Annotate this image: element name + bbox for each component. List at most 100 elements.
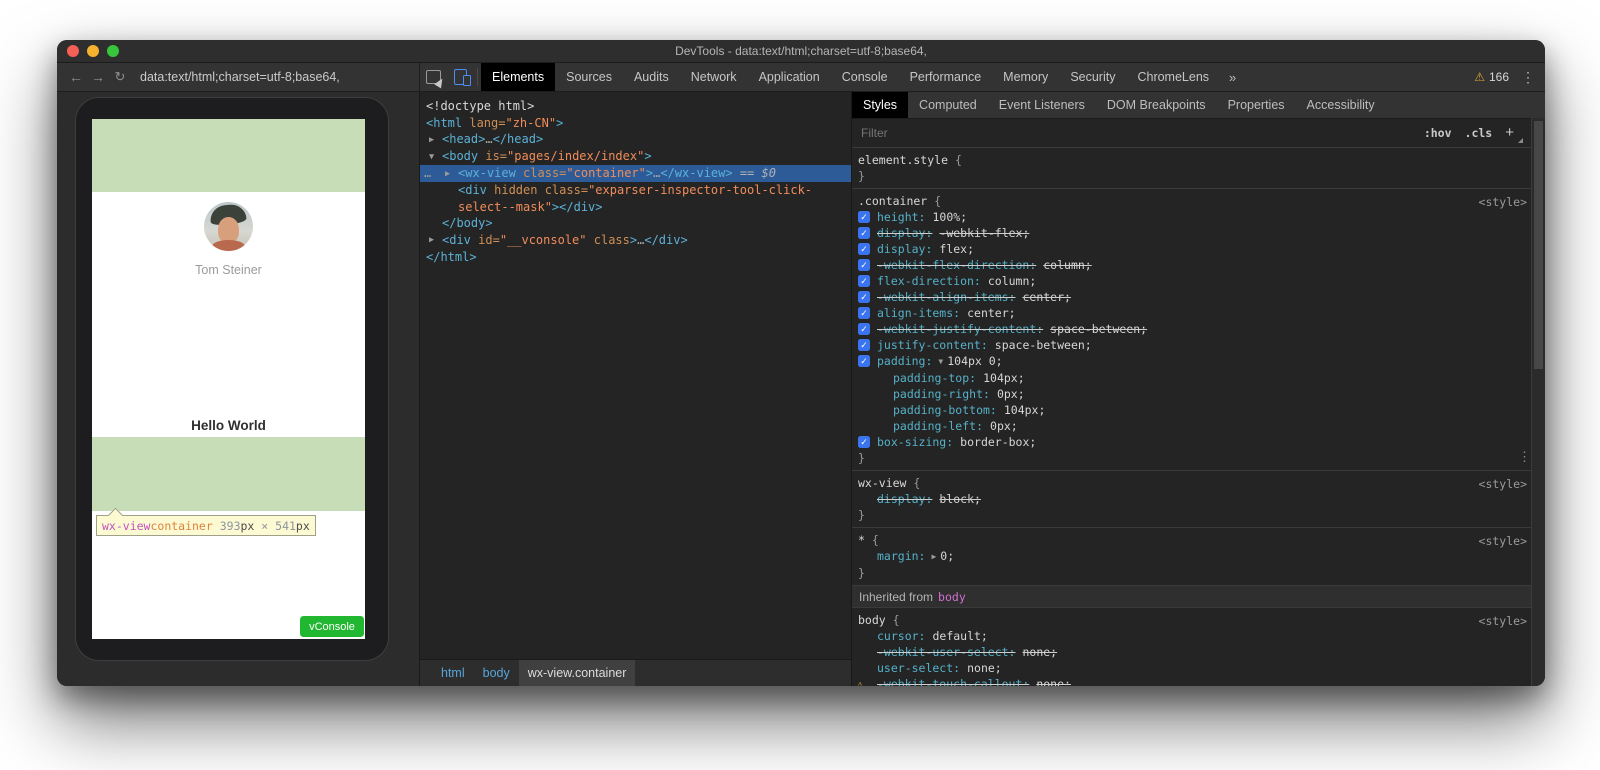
property-checkbox[interactable]: ✓: [858, 291, 870, 303]
css-property-overridden[interactable]: ✓display:-webkit-flex;: [852, 225, 1545, 241]
tab-memory[interactable]: Memory: [992, 63, 1059, 91]
inherited-body-link[interactable]: body: [938, 589, 966, 605]
css-longhand-property[interactable]: padding-left:0px;: [852, 418, 1545, 434]
shorthand-expand-icon[interactable]: ▶: [931, 552, 936, 561]
property-checkbox[interactable]: ✓: [858, 307, 870, 319]
rule-menu-icon[interactable]: ⋮: [1518, 450, 1531, 466]
filter-input[interactable]: [859, 125, 1411, 141]
breadcrumb-html[interactable]: html: [432, 660, 474, 686]
css-property[interactable]: user-select:none;: [852, 660, 1545, 676]
new-style-rule-button[interactable]: +: [1505, 124, 1514, 141]
tab-chromelens[interactable]: ChromeLens: [1126, 63, 1220, 91]
property-checkbox[interactable]: ✓: [858, 227, 870, 239]
tab-dom-breakpoints[interactable]: DOM Breakpoints: [1096, 92, 1217, 118]
forward-icon[interactable]: →: [87, 69, 109, 85]
back-icon[interactable]: ←: [65, 69, 87, 85]
selector-universal: *: [858, 533, 865, 547]
style-source-link[interactable]: <style>: [1479, 613, 1527, 629]
css-property[interactable]: ✓display:flex;: [852, 241, 1545, 257]
toolbar-divider: [477, 68, 478, 86]
tab-application[interactable]: Application: [748, 63, 831, 91]
more-tabs-icon[interactable]: »: [1220, 63, 1245, 91]
vconsole-button[interactable]: vConsole: [300, 616, 364, 637]
tab-elements[interactable]: Elements: [481, 63, 555, 91]
css-property[interactable]: ✓box-sizing:border-box;: [852, 434, 1545, 450]
devtools-menu-icon[interactable]: ⋮: [1517, 69, 1539, 86]
css-property-overridden[interactable]: ✓-webkit-align-items:center;: [852, 289, 1545, 305]
device-toolbar-icon[interactable]: [447, 63, 474, 91]
tab-sources[interactable]: Sources: [555, 63, 623, 91]
tab-properties[interactable]: Properties: [1217, 92, 1296, 118]
tab-network[interactable]: Network: [680, 63, 748, 91]
styles-scrollbar[interactable]: [1531, 118, 1545, 686]
inspect-element-icon[interactable]: [420, 63, 447, 91]
rule-body: body { <style> cursor:default; -webkit-u…: [852, 608, 1545, 686]
window-title: DevTools - data:text/html;charset=utf-8;…: [675, 44, 927, 58]
reload-icon[interactable]: ↻: [109, 69, 131, 85]
expand-icon[interactable]: ▶: [429, 132, 442, 149]
tab-security[interactable]: Security: [1059, 63, 1126, 91]
style-source-link[interactable]: <style>: [1479, 194, 1527, 210]
property-checkbox[interactable]: ✓: [858, 275, 870, 287]
rule-container: .container { <style> ✓height:100%; ✓disp…: [852, 189, 1545, 471]
class-toggle-button[interactable]: .cls: [1465, 126, 1493, 140]
breadcrumb-body[interactable]: body: [474, 660, 519, 686]
css-longhand-property[interactable]: padding-right:0px;: [852, 386, 1545, 402]
css-property[interactable]: cursor:default;: [852, 628, 1545, 644]
dom-node-html[interactable]: <html lang="zh-CN">: [420, 115, 851, 132]
style-source-link[interactable]: <style>: [1479, 476, 1527, 492]
tab-audits[interactable]: Audits: [623, 63, 680, 91]
tab-event-listeners[interactable]: Event Listeners: [988, 92, 1096, 118]
css-property-overridden[interactable]: display:block;: [852, 491, 1545, 507]
collapse-icon[interactable]: ▼: [429, 149, 442, 166]
styles-filterbar: :hov .cls +: [852, 119, 1545, 148]
property-checkbox[interactable]: ✓: [858, 323, 870, 335]
css-property-overridden[interactable]: ✓-webkit-justify-content:space-between;: [852, 321, 1545, 337]
css-longhand-property[interactable]: padding-bottom:104px;: [852, 402, 1545, 418]
dom-node-body-close[interactable]: </body>: [420, 215, 851, 232]
css-longhand-property[interactable]: padding-top:104px;: [852, 370, 1545, 386]
css-property-warning[interactable]: ⚠-webkit-touch-callout:none;: [852, 676, 1545, 686]
close-window-button[interactable]: [67, 45, 79, 57]
rule-element-style: element.style { }: [852, 148, 1545, 189]
dom-node-head[interactable]: ▶<head>…</head>: [420, 131, 851, 148]
css-property[interactable]: ✓align-items:center;: [852, 305, 1545, 321]
css-property[interactable]: ✓flex-direction:column;: [852, 273, 1545, 289]
minimize-window-button[interactable]: [87, 45, 99, 57]
dom-node-html-close[interactable]: </html>: [420, 249, 851, 266]
css-property-overridden[interactable]: ✓-webkit-flex-direction:column;: [852, 257, 1545, 273]
property-checkbox[interactable]: ✓: [858, 259, 870, 271]
property-checkbox[interactable]: ✓: [858, 339, 870, 351]
dom-node-wx-view-selected[interactable]: …▶<wx-view class="container">…</wx-view>…: [420, 165, 851, 182]
css-property-shorthand[interactable]: ✓padding:▼104px 0;: [852, 353, 1545, 370]
style-rules: element.style { } .container { <style> ✓…: [852, 148, 1545, 686]
tab-computed[interactable]: Computed: [908, 92, 988, 118]
css-property[interactable]: ✓justify-content:space-between;: [852, 337, 1545, 353]
property-checkbox[interactable]: ✓: [858, 355, 870, 367]
dom-node-body[interactable]: ▼<body is="pages/index/index">: [420, 148, 851, 165]
property-checkbox[interactable]: ✓: [858, 436, 870, 448]
url-text[interactable]: data:text/html;charset=utf-8;base64,: [140, 70, 340, 84]
hover-state-button[interactable]: :hov: [1424, 126, 1452, 140]
expand-icon[interactable]: ▶: [429, 232, 442, 249]
css-property-overridden[interactable]: -webkit-user-select:none;: [852, 644, 1545, 660]
css-property-shorthand[interactable]: margin:▶0;: [852, 548, 1545, 565]
dom-node-vconsole-div[interactable]: ▶<div id="__vconsole" class>…</div>: [420, 232, 851, 249]
style-source-link[interactable]: <style>: [1479, 533, 1527, 549]
tab-accessibility[interactable]: Accessibility: [1296, 92, 1386, 118]
dom-node-doctype[interactable]: <!doctype html>: [420, 98, 851, 115]
warnings-badge[interactable]: ⚠ 166: [1474, 70, 1509, 84]
property-checkbox[interactable]: ✓: [858, 211, 870, 223]
shorthand-expand-icon[interactable]: ▼: [938, 357, 943, 366]
zoom-window-button[interactable]: [107, 45, 119, 57]
scrollbar-thumb[interactable]: [1534, 121, 1543, 369]
breadcrumb-wx-view-container[interactable]: wx-view.container: [519, 660, 636, 686]
tab-performance[interactable]: Performance: [899, 63, 993, 91]
css-property[interactable]: ✓height:100%;: [852, 209, 1545, 225]
expand-icon[interactable]: ▶: [445, 166, 458, 183]
dom-node-mask-div[interactable]: <div hidden class="exparser-inspector-to…: [420, 182, 851, 215]
property-checkbox[interactable]: ✓: [858, 243, 870, 255]
tab-styles[interactable]: Styles: [852, 92, 908, 118]
tab-console[interactable]: Console: [831, 63, 899, 91]
overflow-dots[interactable]: …: [424, 165, 431, 182]
